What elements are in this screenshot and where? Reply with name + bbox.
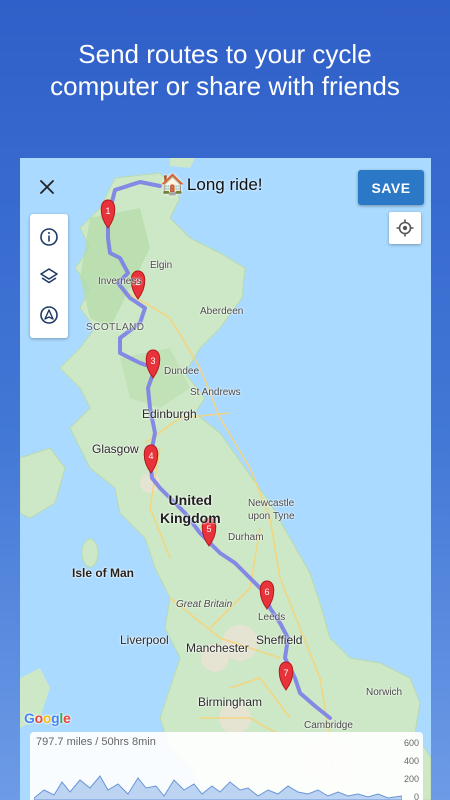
navigation-icon <box>40 305 58 324</box>
save-button[interactable]: SAVE <box>358 170 424 205</box>
route-title-text: Long ride! <box>186 174 263 194</box>
close-button[interactable] <box>34 174 60 200</box>
label-leeds: Leeds <box>258 612 286 623</box>
elevation-tick-600: 600 <box>403 738 419 748</box>
house-icon: 🏠 <box>160 174 185 196</box>
route-summary: 797.7 miles / 50hrs 8min <box>36 736 156 748</box>
label-birmingham: Birmingham <box>198 695 263 709</box>
land-isle-of-man <box>81 538 99 568</box>
elevation-tick-200: 200 <box>403 774 419 784</box>
headline: Send routes to your cycle computer or sh… <box>50 39 400 101</box>
map-screen: 1 2 3 4 5 6 7 Elgin Inverness Aberdeen S… <box>20 158 431 800</box>
waypoint-number-4: 4 <box>148 451 153 461</box>
label-norwich: Norwich <box>366 687 403 698</box>
layers-icon <box>40 268 58 284</box>
label-aberdeen: Aberdeen <box>200 306 244 317</box>
elevation-profile <box>34 775 402 800</box>
waypoint-number-3: 3 <box>150 356 155 366</box>
label-newcastle: Newcastle upon Tyne <box>248 498 295 522</box>
info-button[interactable] <box>35 223 63 251</box>
elevation-tick-400: 400 <box>403 756 419 766</box>
label-sheffield: Sheffield <box>256 633 303 647</box>
info-icon <box>40 228 58 247</box>
my-location-button[interactable] <box>389 212 421 244</box>
label-durham: Durham <box>228 532 264 543</box>
google-logo: Google <box>24 710 71 726</box>
navigation-button[interactable] <box>35 301 63 329</box>
my-location-icon <box>396 219 414 237</box>
elevation-tick-0: 0 <box>413 792 419 800</box>
label-edinburgh: Edinburgh <box>142 407 197 421</box>
waypoint-number-6: 6 <box>264 587 269 597</box>
label-inverness: Inverness <box>98 276 142 287</box>
label-scotland: SCOTLAND <box>86 322 145 333</box>
label-cambridge: Cambridge <box>304 720 353 731</box>
layers-button[interactable] <box>35 262 63 290</box>
map-tool-panel <box>30 214 68 338</box>
label-dundee: Dundee <box>164 366 200 377</box>
label-glasgow: Glasgow <box>92 442 139 456</box>
waypoint-number-7: 7 <box>283 668 288 678</box>
label-kingdom: Kingdom <box>160 510 221 526</box>
label-united: United <box>168 492 213 508</box>
label-manchester: Manchester <box>186 641 249 655</box>
close-icon <box>40 180 54 194</box>
elevation-panel[interactable]: 797.7 miles / 50hrs 8min 600 400 200 0 <box>30 732 423 800</box>
label-great-britain: Great Britain <box>176 599 233 610</box>
label-elgin: Elgin <box>150 260 173 271</box>
label-liverpool: Liverpool <box>120 633 169 647</box>
label-st-andrews: St Andrews <box>190 387 241 398</box>
label-united-kingdom: United Kingdom <box>160 491 221 527</box>
label-isle-of-man: Isle of Man <box>72 566 135 580</box>
route-title[interactable]: 🏠 Long ride! <box>160 172 263 197</box>
waypoint-number-1: 1 <box>105 206 110 216</box>
